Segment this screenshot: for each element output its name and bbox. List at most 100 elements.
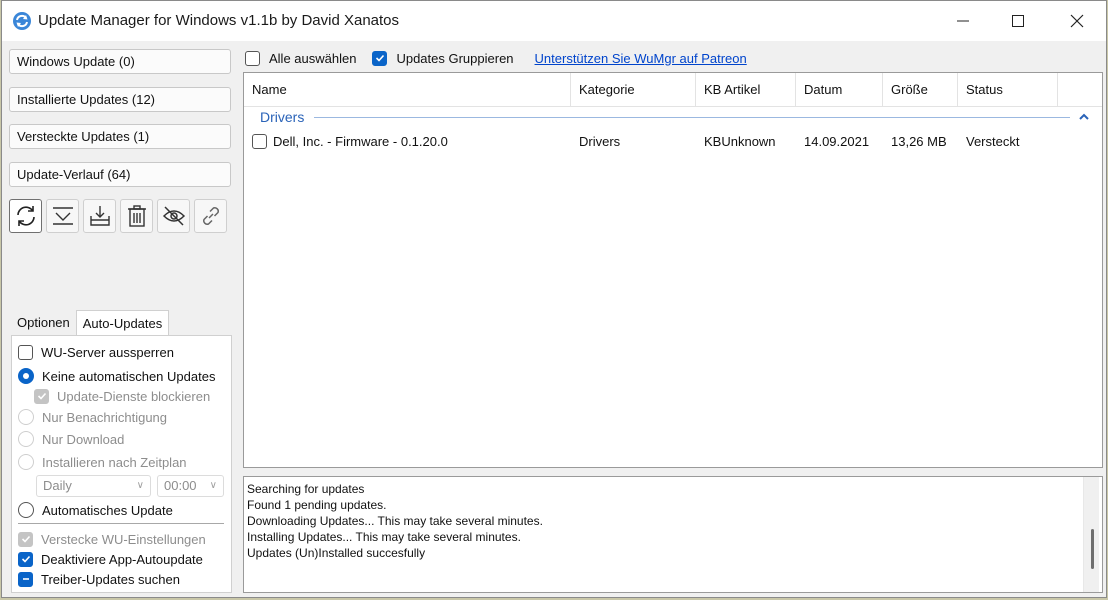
group-updates-checkbox[interactable]	[372, 50, 388, 66]
row-kb: KBUnknown	[704, 134, 776, 149]
disable-app-autoupdate-label: Deaktiviere App-Autoupdate	[41, 551, 203, 567]
link-button[interactable]	[194, 199, 227, 233]
minimize-button[interactable]	[940, 1, 986, 41]
notify-only-radio[interactable]	[18, 409, 34, 425]
scheduled-install-label: Installieren nach Zeitplan	[42, 454, 187, 470]
column-header-kb[interactable]: KB Artikel	[696, 73, 796, 106]
download-only-option[interactable]: Nur Download	[18, 429, 124, 449]
checkmark-icon	[375, 54, 385, 62]
close-button[interactable]	[1054, 1, 1100, 41]
row-select-checkbox[interactable]	[252, 134, 267, 149]
schedule-time-value: 00:00	[164, 478, 197, 493]
schedule-time-select[interactable]: 00:00 ∨	[157, 475, 224, 497]
row-name: Dell, Inc. - Firmware - 0.1.20.0	[273, 134, 448, 149]
block-wu-server-label: WU-Server aussperren	[41, 344, 174, 360]
column-header-size[interactable]: Größe	[883, 73, 958, 106]
minimize-icon	[957, 20, 969, 22]
select-all-checkbox[interactable]	[245, 50, 260, 66]
log-output[interactable]: Searching for updates Found 1 pending up…	[243, 476, 1103, 593]
search-driver-updates-checkbox[interactable]	[18, 571, 33, 587]
nav-hidden-updates-button[interactable]: Versteckte Updates (1)	[9, 124, 231, 149]
hide-wu-settings-label: Verstecke WU-Einstellungen	[41, 531, 206, 547]
download-only-radio[interactable]	[18, 431, 34, 447]
close-icon	[1070, 14, 1084, 28]
block-update-services-label: Update-Dienste blockieren	[57, 388, 211, 404]
automatic-update-option[interactable]: Automatisches Update	[18, 500, 173, 520]
disable-app-autoupdate-option[interactable]: Deaktiviere App-Autoupdate	[18, 549, 203, 569]
block-update-services-option[interactable]: Update-Dienste blockieren	[34, 386, 210, 406]
block-wu-server-option[interactable]: WU-Server aussperren	[18, 342, 174, 362]
scheduled-install-radio[interactable]	[18, 454, 34, 470]
group-updates-label: Updates Gruppieren	[396, 50, 514, 66]
link-icon	[202, 207, 219, 225]
checkmark-icon	[21, 555, 30, 563]
collapse-group-icon[interactable]	[1077, 110, 1091, 124]
column-header-date[interactable]: Datum	[796, 73, 883, 106]
delete-button[interactable]	[120, 199, 153, 233]
automatic-update-label: Automatisches Update	[42, 502, 173, 518]
log-line: Installing Updates... This may take seve…	[247, 530, 521, 544]
indeterminate-icon	[22, 578, 29, 580]
log-scrollbar[interactable]	[1083, 477, 1099, 592]
app-refresh-icon	[13, 12, 31, 30]
scheduled-install-option[interactable]: Installieren nach Zeitplan	[18, 452, 187, 472]
log-scrollbar-thumb[interactable]	[1091, 529, 1094, 569]
hide-button[interactable]	[157, 199, 190, 233]
install-icon	[89, 206, 110, 226]
chevron-down-icon: ∨	[136, 480, 144, 491]
nav-installed-updates-button[interactable]: Installierte Updates (12)	[9, 87, 231, 112]
row-category: Drivers	[579, 134, 621, 149]
install-button[interactable]	[83, 199, 116, 233]
column-header-status[interactable]: Status	[958, 73, 1058, 106]
notify-only-option[interactable]: Nur Benachrichtigung	[18, 407, 167, 427]
delete-icon	[127, 205, 146, 227]
hide-wu-settings-checkbox[interactable]	[18, 531, 33, 547]
action-toolbar	[9, 199, 227, 233]
disable-app-autoupdate-checkbox[interactable]	[18, 551, 33, 567]
row-status: Versteckt	[966, 134, 1020, 149]
maximize-icon	[1012, 15, 1024, 27]
nav-update-history-button[interactable]: Update-Verlauf (64)	[9, 162, 231, 187]
update-list: Name Kategorie KB Artikel Datum Größe St…	[243, 72, 1103, 468]
settings-tabs: Optionen Auto-Updates	[11, 310, 170, 336]
no-auto-updates-option[interactable]: Keine automatischen Updates	[18, 366, 215, 386]
block-update-services-checkbox[interactable]	[34, 388, 49, 404]
auto-updates-panel: WU-Server aussperren Keine automatischen…	[11, 335, 232, 593]
download-only-label: Nur Download	[42, 431, 125, 447]
log-line: Downloading Updates... This may take sev…	[247, 514, 543, 528]
patreon-link[interactable]: Unterstützen Sie WuMgr auf Patreon	[535, 51, 747, 66]
schedule-day-select[interactable]: Daily ∨	[36, 475, 151, 497]
row-date: 14.09.2021	[804, 134, 870, 149]
hide-icon	[162, 206, 185, 226]
tab-auto-updates[interactable]: Auto-Updates	[75, 310, 170, 336]
download-icon	[52, 207, 73, 225]
title-bar: Update Manager for Windows v1.1b by Davi…	[2, 1, 1106, 41]
row-size: 13,26 MB	[891, 134, 947, 149]
chevron-down-icon: ∨	[209, 480, 217, 491]
column-header-category[interactable]: Kategorie	[571, 73, 696, 106]
notify-only-label: Nur Benachrichtigung	[42, 409, 168, 425]
schedule-day-value: Daily	[43, 478, 72, 493]
search-driver-updates-label: Treiber-Updates suchen	[41, 571, 180, 587]
maximize-button[interactable]	[995, 1, 1041, 41]
group-header-label: Drivers	[260, 109, 305, 125]
log-line: Updates (Un)Installed succesfully	[247, 546, 426, 560]
table-row[interactable]: Dell, Inc. - Firmware - 0.1.20.0 Drivers…	[244, 130, 1102, 154]
no-auto-updates-radio[interactable]	[18, 368, 34, 384]
column-header-name[interactable]: Name	[244, 73, 571, 106]
nav-windows-update-button[interactable]: Windows Update (0)	[9, 49, 231, 74]
refresh-button[interactable]	[9, 199, 42, 233]
app-window: Update Manager for Windows v1.1b by Davi…	[1, 0, 1107, 598]
block-wu-server-checkbox[interactable]	[18, 344, 33, 360]
options-divider	[18, 523, 224, 524]
list-header: Name Kategorie KB Artikel Datum Größe St…	[244, 73, 1102, 107]
no-auto-updates-label: Keine automatischen Updates	[42, 368, 216, 384]
search-driver-updates-option[interactable]: Treiber-Updates suchen	[18, 569, 180, 589]
download-button[interactable]	[46, 199, 79, 233]
checkmark-icon	[37, 392, 46, 400]
hide-wu-settings-option[interactable]: Verstecke WU-Einstellungen	[18, 529, 206, 549]
tab-options[interactable]: Optionen	[11, 310, 76, 336]
automatic-update-radio[interactable]	[18, 502, 34, 518]
log-line: Searching for updates	[247, 482, 365, 496]
log-line: Found 1 pending updates.	[247, 498, 387, 512]
